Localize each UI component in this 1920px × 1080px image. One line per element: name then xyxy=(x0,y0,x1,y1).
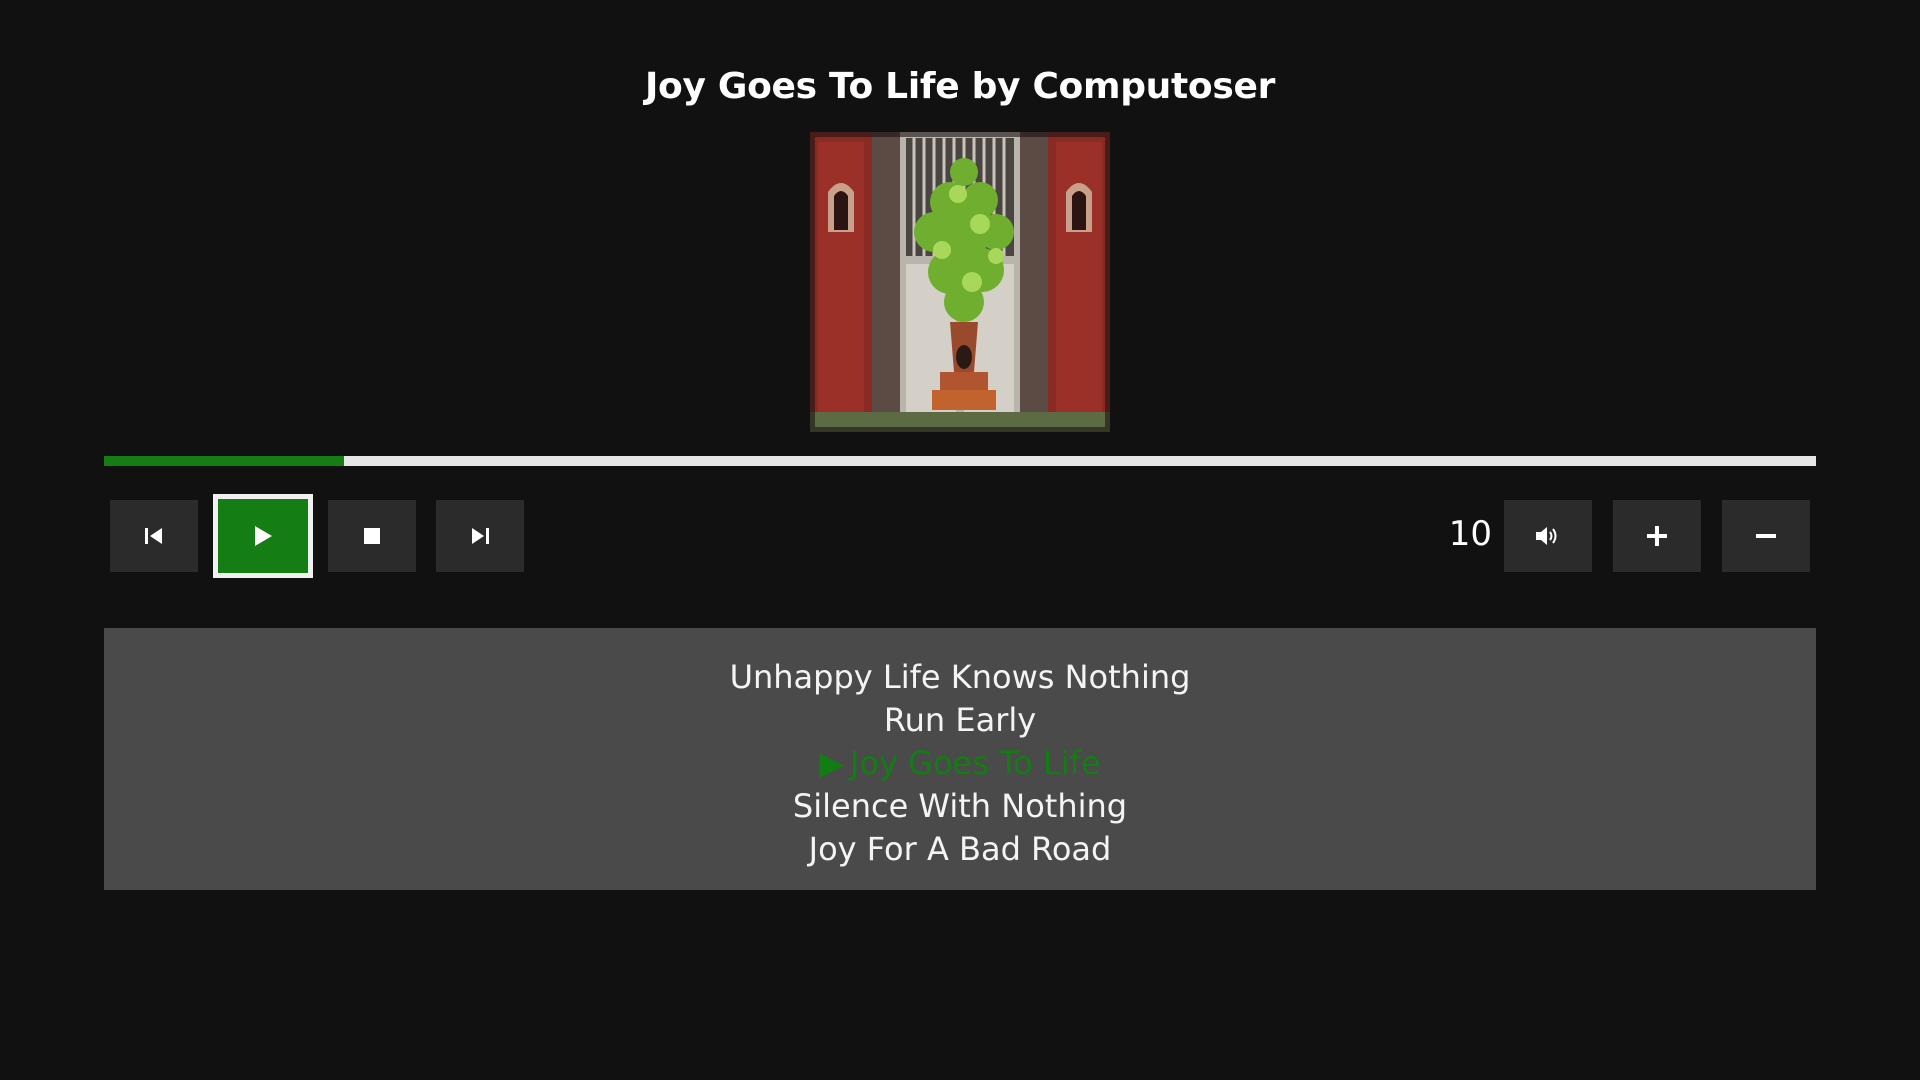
track-title: Run Early xyxy=(883,701,1037,739)
playlist-item-active[interactable]: ▶ Joy Goes To Life xyxy=(104,742,1816,785)
previous-button[interactable] xyxy=(110,500,198,572)
track-title: Joy For A Bad Road xyxy=(808,830,1112,868)
now-playing-icon: ▶ xyxy=(819,744,845,782)
track-title: Unhappy Life Knows Nothing xyxy=(729,658,1191,696)
playlist-item[interactable]: Unhappy Life Knows Nothing xyxy=(104,656,1816,699)
playlist-item[interactable]: Joy For A Bad Road xyxy=(104,828,1816,871)
speaker-icon xyxy=(1535,525,1561,547)
plus-icon xyxy=(1646,525,1668,547)
next-button[interactable] xyxy=(436,500,524,572)
stop-icon xyxy=(363,527,381,545)
skip-previous-icon xyxy=(144,527,164,545)
mute-button[interactable] xyxy=(1504,500,1592,572)
volume-up-button[interactable] xyxy=(1613,500,1701,572)
playlist-item[interactable]: Silence With Nothing xyxy=(104,785,1816,828)
page-title: Joy Goes To Life by Computoser xyxy=(644,66,1276,107)
playlist: Unhappy Life Knows Nothing Run Early ▶ Jo… xyxy=(104,628,1816,890)
track-title: Silence With Nothing xyxy=(792,787,1128,825)
playlist-item[interactable]: Run Early xyxy=(104,699,1816,742)
minus-icon xyxy=(1755,525,1777,547)
album-cover-image xyxy=(810,132,1110,432)
volume-level: 10 xyxy=(1448,514,1492,554)
play-icon xyxy=(253,525,273,547)
track-title: Joy Goes To Life xyxy=(850,744,1101,782)
volume-down-button[interactable] xyxy=(1722,500,1810,572)
skip-next-icon xyxy=(470,527,490,545)
progress-bar[interactable] xyxy=(104,456,1816,466)
play-button[interactable] xyxy=(213,494,313,578)
progress-bar-fill xyxy=(104,456,344,466)
stop-button[interactable] xyxy=(328,500,416,572)
